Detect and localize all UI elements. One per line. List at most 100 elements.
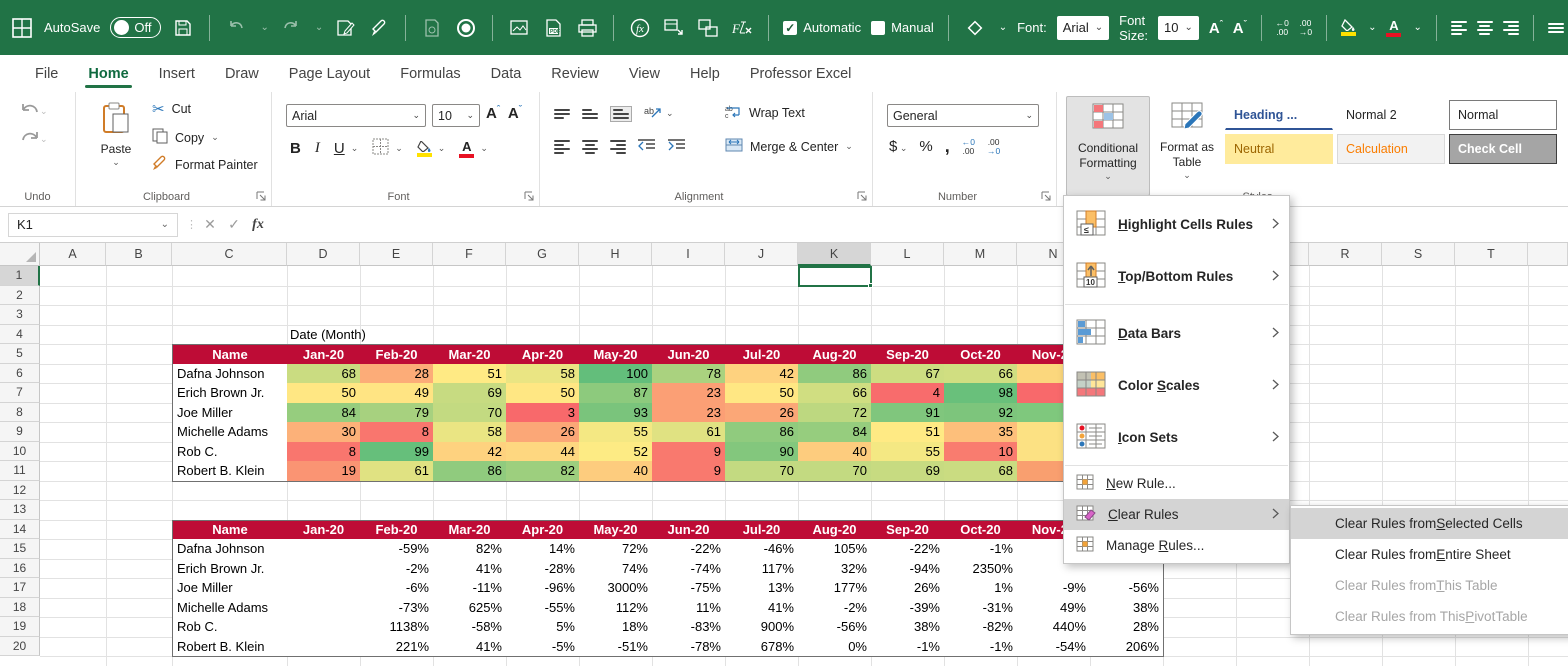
decrease-decimal-icon[interactable]: .00 →0 (1299, 19, 1312, 36)
table-header-cell[interactable]: Sep-20 (871, 344, 945, 365)
ribbon-font-color-icon[interactable]: A (459, 140, 475, 158)
table-value-cell[interactable]: -9% (1017, 578, 1091, 599)
table-value-cell[interactable]: 55 (871, 441, 945, 462)
table-value-cell[interactable]: 40 (798, 441, 872, 462)
submenu-item-clear-rules-from-entire-sheet[interactable]: Clear Rules from Entire Sheet (1291, 539, 1568, 570)
ribbon-font-name-select[interactable]: Arial ⌄ (286, 104, 426, 127)
table-value-cell[interactable]: 69 (871, 461, 945, 482)
table-name-cell[interactable]: Erich Brown Jr. (172, 558, 288, 579)
table-name-cell[interactable]: Erich Brown Jr. (172, 383, 288, 404)
format-painter-button[interactable]: Format Painter (152, 155, 258, 174)
table-value-cell[interactable]: 98 (944, 383, 1018, 404)
menu-item-top-bottom-rules[interactable]: 10 Top/Bottom Rules (1064, 250, 1289, 302)
ribbon-fill-chevron[interactable]: ⌄ (438, 143, 446, 154)
table-value-cell[interactable]: -58% (433, 617, 507, 638)
ribbon-fill-color-icon[interactable] (416, 140, 432, 157)
table-value-cell[interactable]: 67 (871, 363, 945, 384)
table-value-cell[interactable]: 26% (871, 578, 945, 599)
table-header-cell[interactable]: Jun-20 (652, 519, 726, 540)
table-value-cell[interactable]: -6% (360, 578, 434, 599)
style-normal[interactable]: Normal (1449, 100, 1557, 130)
table-header-cell[interactable]: Apr-20 (506, 344, 580, 365)
decrease-indent-icon[interactable] (638, 138, 656, 155)
table-header-cell[interactable]: Name (172, 344, 288, 365)
table-value-cell[interactable]: 18% (579, 617, 653, 638)
font-name-select[interactable]: Arial ⌄ (1056, 15, 1110, 40)
table-header-cell[interactable]: Sep-20 (871, 519, 945, 540)
table-value-cell[interactable] (287, 539, 361, 560)
table-value-cell[interactable]: 70 (798, 461, 872, 482)
submenu-item-clear-rules-from-selected-cells[interactable]: Clear Rules from Selected Cells (1291, 508, 1568, 539)
table-value-cell[interactable]: 69 (433, 383, 507, 404)
ribbon-decrease-decimal-icon[interactable]: .00 →0 (987, 138, 1000, 155)
insert-function-icon[interactable]: fx (628, 16, 652, 40)
clear-formula-icon[interactable]: F (730, 16, 754, 40)
table-value-cell[interactable]: 0% (798, 636, 872, 657)
table-value-cell[interactable]: 86 (433, 461, 507, 482)
borders-icon[interactable] (372, 138, 389, 159)
table-header-cell[interactable]: Jul-20 (725, 519, 799, 540)
table-name-cell[interactable]: Robert B. Klein (172, 461, 288, 482)
table-name-cell[interactable]: Rob C. (172, 617, 288, 638)
tab-view[interactable]: View (614, 58, 675, 90)
menu-item-highlight-cells-rules[interactable]: ≤ Highlight Cells Rules (1064, 198, 1289, 250)
table-value-cell[interactable]: 625% (433, 597, 507, 618)
table-value-cell[interactable]: -56% (798, 617, 872, 638)
table-value-cell[interactable]: 92 (944, 402, 1018, 423)
menu-item-clear-rules[interactable]: Clear Rules (1064, 499, 1289, 530)
underline-chevron[interactable]: ⌄ (351, 143, 359, 154)
table-value-cell[interactable]: -46% (725, 539, 799, 560)
table-header-cell[interactable]: May-20 (579, 519, 653, 540)
table-value-cell[interactable]: -22% (871, 539, 945, 560)
redo-menu-chevron[interactable]: ⌄ (315, 22, 323, 33)
table-header-cell[interactable]: Oct-20 (944, 344, 1018, 365)
table-header-cell[interactable]: Mar-20 (433, 344, 507, 365)
table-value-cell[interactable]: 19 (287, 461, 361, 482)
currency-button[interactable]: $ ⌄ (889, 138, 907, 155)
table-value-cell[interactable]: 38% (871, 617, 945, 638)
table-value-cell[interactable]: 72% (579, 539, 653, 560)
table-value-cell[interactable]: -54% (1017, 636, 1091, 657)
menu-item-data-bars[interactable]: Data Bars (1064, 307, 1289, 359)
table-value-cell[interactable]: 28% (1090, 617, 1164, 638)
record-circle-icon[interactable] (454, 16, 478, 40)
orientation-icon[interactable]: ab (644, 104, 662, 123)
table-value-cell[interactable]: 32% (798, 558, 872, 579)
formula-bar-grip[interactable]: ⋮ (186, 218, 198, 231)
align-top-icon[interactable] (554, 108, 570, 119)
save-icon[interactable] (171, 16, 195, 40)
diamond-icon[interactable] (963, 16, 987, 40)
tab-formulas[interactable]: Formulas (385, 58, 475, 90)
table-value-cell[interactable]: 49 (360, 383, 434, 404)
automatic-calc-checkbox[interactable]: ✓ Automatic (783, 20, 861, 35)
name-box[interactable]: K1 ⌄ (8, 212, 178, 237)
table-value-cell[interactable]: -22% (652, 539, 726, 560)
table-value-cell[interactable]: 8 (287, 441, 361, 462)
table-value-cell[interactable]: 87 (579, 383, 653, 404)
table-value-cell[interactable]: 41% (433, 636, 507, 657)
table-value-cell[interactable]: 42 (725, 363, 799, 384)
menu-item-color-scales[interactable]: Color Scales (1064, 359, 1289, 411)
table-value-cell[interactable]: 50 (725, 383, 799, 404)
grow-font-button[interactable]: Aˆ (486, 104, 500, 122)
table-value-cell[interactable]: 70 (725, 461, 799, 482)
tab-data[interactable]: Data (476, 58, 537, 90)
align-right-quick-icon[interactable] (1502, 20, 1519, 35)
table-value-cell[interactable]: 678% (725, 636, 799, 657)
table-value-cell[interactable]: -82% (944, 617, 1018, 638)
align-bottom-icon[interactable] (610, 105, 632, 122)
table-value-cell[interactable]: 9 (652, 461, 726, 482)
cut-button[interactable]: ✂ Cut (152, 100, 191, 118)
table-header-cell[interactable]: Apr-20 (506, 519, 580, 540)
diamond-chevron[interactable]: ⌄ (999, 22, 1007, 33)
table-value-cell[interactable]: 900% (725, 617, 799, 638)
align-right-icon[interactable] (610, 139, 626, 154)
font-size-select[interactable]: 10 ⌄ (1158, 15, 1199, 40)
table-header-cell[interactable]: Feb-20 (360, 519, 434, 540)
percent-button[interactable]: % (919, 138, 932, 155)
table-value-cell[interactable]: 1% (944, 578, 1018, 599)
table-value-cell[interactable] (287, 597, 361, 618)
table-header-cell[interactable]: Feb-20 (360, 344, 434, 365)
table-name-cell[interactable]: Joe Miller (172, 578, 288, 599)
table-value-cell[interactable]: 177% (798, 578, 872, 599)
